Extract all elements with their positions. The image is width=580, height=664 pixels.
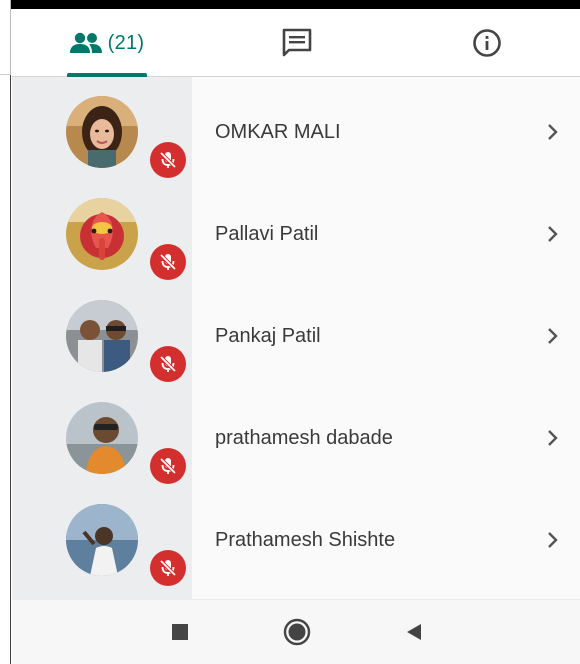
participant-name: Prathamesh Shishte	[215, 529, 396, 551]
mic-muted-badge	[150, 142, 186, 178]
status-bar	[0, 0, 580, 9]
mic-muted-badge	[150, 346, 186, 382]
participant-name: prathamesh dabade	[215, 427, 393, 449]
participant-name: Pankaj Patil	[215, 325, 321, 347]
participant-row[interactable]: Pallavi Patil	[12, 179, 580, 281]
participant-name: Pallavi Patil	[215, 223, 319, 245]
recents-button[interactable]	[165, 617, 195, 647]
avatar	[66, 198, 138, 270]
back-button[interactable]	[399, 617, 429, 647]
mic-off-icon	[159, 253, 177, 271]
mic-off-icon	[159, 457, 177, 475]
home-circle-icon	[283, 618, 311, 646]
avatar	[66, 504, 138, 576]
info-icon	[473, 29, 501, 57]
avatar	[66, 300, 138, 372]
participants-count: (21)	[107, 31, 145, 54]
participants-list: OMKAR MALI Pallavi Patil Pankaj Patil pr…	[12, 77, 580, 599]
tab-bar: (21)	[12, 9, 580, 77]
back-triangle-icon	[407, 624, 421, 640]
window-edge-header	[0, 0, 11, 75]
recents-square-icon	[172, 624, 188, 640]
window-edge	[0, 0, 11, 664]
chevron-right-icon[interactable]	[544, 123, 562, 141]
chevron-right-icon[interactable]	[544, 531, 562, 549]
participant-row[interactable]: OMKAR MALI	[12, 77, 580, 179]
chevron-right-icon[interactable]	[544, 429, 562, 447]
system-nav-bar	[12, 599, 580, 664]
participant-row[interactable]: prathamesh dabade	[12, 383, 580, 485]
chevron-right-icon[interactable]	[544, 225, 562, 243]
tab-chat[interactable]	[262, 9, 332, 77]
mic-off-icon	[159, 151, 177, 169]
mic-muted-badge	[150, 448, 186, 484]
people-icon	[69, 32, 102, 53]
tab-participants[interactable]: (21)	[65, 9, 149, 77]
participant-name: OMKAR MALI	[215, 121, 341, 143]
chevron-right-icon[interactable]	[544, 327, 562, 345]
mic-muted-badge	[150, 550, 186, 586]
chat-message-icon	[282, 28, 312, 57]
mic-muted-badge	[150, 244, 186, 280]
mic-off-icon	[159, 559, 177, 577]
mic-off-icon	[159, 355, 177, 373]
participant-row[interactable]: Pankaj Patil	[12, 281, 580, 383]
home-button[interactable]	[282, 617, 312, 647]
avatar	[66, 96, 138, 168]
participant-row[interactable]: Prathamesh Shishte	[12, 485, 580, 587]
avatar	[66, 402, 138, 474]
tab-info[interactable]	[452, 9, 522, 77]
